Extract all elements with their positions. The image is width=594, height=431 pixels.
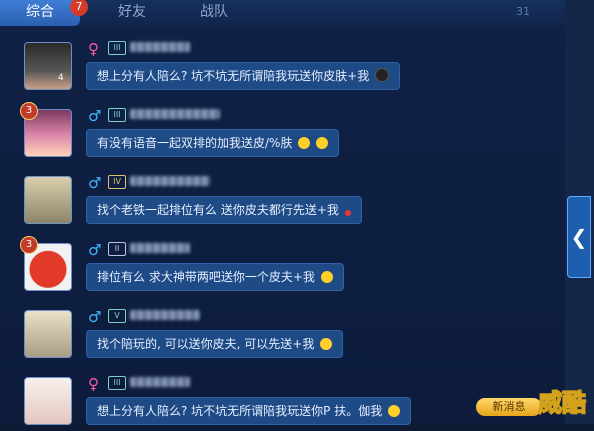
chat-message: ♀ III 想上分有人陪么? 坑不坑无所谓陪我玩送你P 扶。伽我: [0, 363, 565, 431]
unread-badge: 7: [70, 0, 88, 16]
rank-icon: III: [108, 108, 126, 122]
chat-message: 3 ♂ III 有没有语音一起双排的加我送皮/%肤: [0, 95, 565, 163]
male-icon: ♂: [88, 308, 102, 326]
player-name-blurred[interactable]: [130, 243, 190, 253]
avatar[interactable]: [24, 310, 72, 358]
avatar[interactable]: [24, 42, 72, 90]
chat-message: 4 ♀ III 想上分有人陪么? 坑不坑无所谓陪我玩送你皮肤+我: [0, 28, 565, 96]
message-bubble: 想上分有人陪么? 坑不坑无所谓陪我玩送你皮肤+我: [86, 62, 401, 90]
male-icon: ♂: [88, 107, 102, 125]
rank-icon: IV: [108, 175, 126, 189]
message-bubble: 排位有么 求大神带两吧送你一个皮夫+我: [86, 263, 344, 291]
smile-emoji-icon: [320, 338, 333, 350]
player-name-blurred[interactable]: [130, 42, 190, 52]
tab-general[interactable]: 综合: [0, 0, 80, 26]
tab-bar: 综合 7 好友 战队 31: [0, 0, 565, 27]
avatar[interactable]: [24, 377, 72, 425]
chat-message: ♂ V 找个陪玩的, 可以送你皮夫, 可以先送+我: [0, 296, 565, 364]
tab-team[interactable]: 战队: [200, 0, 228, 26]
rank-icon: III: [108, 376, 126, 390]
message-bubble: 有没有语音一起双排的加我送皮/%肤: [86, 129, 340, 157]
avatar-number: 4: [58, 73, 64, 83]
collapse-arrow-icon[interactable]: ❮: [567, 196, 591, 278]
message-bubble: 想上分有人陪么? 坑不坑无所谓陪我玩送你P 扶。伽我: [86, 397, 412, 425]
svg-text:威酷: 威酷: [538, 389, 586, 417]
female-icon: ♀: [88, 375, 99, 393]
tab-label: 综合: [26, 4, 54, 20]
chat-list[interactable]: 4 ♀ III 想上分有人陪么? 坑不坑无所谓陪我玩送你皮肤+我 3 ♂ III…: [0, 26, 565, 425]
message-text: 排位有么 求大神带两吧送你一个皮夫+我: [97, 270, 315, 284]
message-text: 找个陪玩的, 可以送你皮夫, 可以先送+我: [97, 337, 315, 351]
male-icon: ♂: [88, 241, 102, 259]
avatar[interactable]: [24, 176, 72, 224]
player-name-blurred[interactable]: [130, 109, 220, 119]
bomb-icon: [375, 68, 390, 82]
tab-label: 战队: [200, 4, 228, 20]
corner-number: 31: [516, 5, 530, 18]
level-badge: 3: [20, 102, 38, 120]
chat-message: 3 ♂ II 排位有么 求大神带两吧送你一个皮夫+我: [0, 229, 565, 297]
tab-friends[interactable]: 好友: [118, 0, 146, 26]
tab-label: 好友: [118, 4, 146, 20]
smile-emoji-icon: [320, 271, 333, 283]
message-text: 找个老铁一起排位有么 送你皮夫都行先送+我: [97, 203, 339, 217]
watermark-logo: 威酷: [537, 388, 587, 418]
player-name-blurred[interactable]: [130, 176, 210, 186]
message-text: 想上分有人陪么? 坑不坑无所谓陪我玩送你P 扶。伽我: [97, 404, 383, 418]
rank-icon: V: [108, 309, 126, 323]
message-text: 有没有语音一起双排的加我送皮/%肤: [97, 136, 293, 150]
rank-icon: III: [108, 41, 126, 55]
chat-message: ♂ IV 找个老铁一起排位有么 送你皮夫都行先送+我: [0, 162, 565, 230]
player-name-blurred[interactable]: [130, 377, 190, 387]
smile-emoji-icon: [388, 405, 401, 417]
female-icon: ♀: [88, 40, 99, 58]
player-name-blurred[interactable]: [130, 310, 200, 320]
rose-icon: [344, 210, 351, 216]
message-text: 想上分有人陪么? 坑不坑无所谓陪我玩送你皮肤+我: [97, 69, 370, 83]
level-badge: 3: [20, 236, 38, 254]
smile-emoji-icon: [298, 137, 311, 149]
message-bubble: 找个陪玩的, 可以送你皮夫, 可以先送+我: [86, 330, 344, 358]
rank-icon: II: [108, 242, 126, 256]
message-bubble: 找个老铁一起排位有么 送你皮夫都行先送+我: [86, 196, 362, 224]
male-icon: ♂: [88, 174, 102, 192]
wink-emoji-icon: [316, 137, 329, 149]
